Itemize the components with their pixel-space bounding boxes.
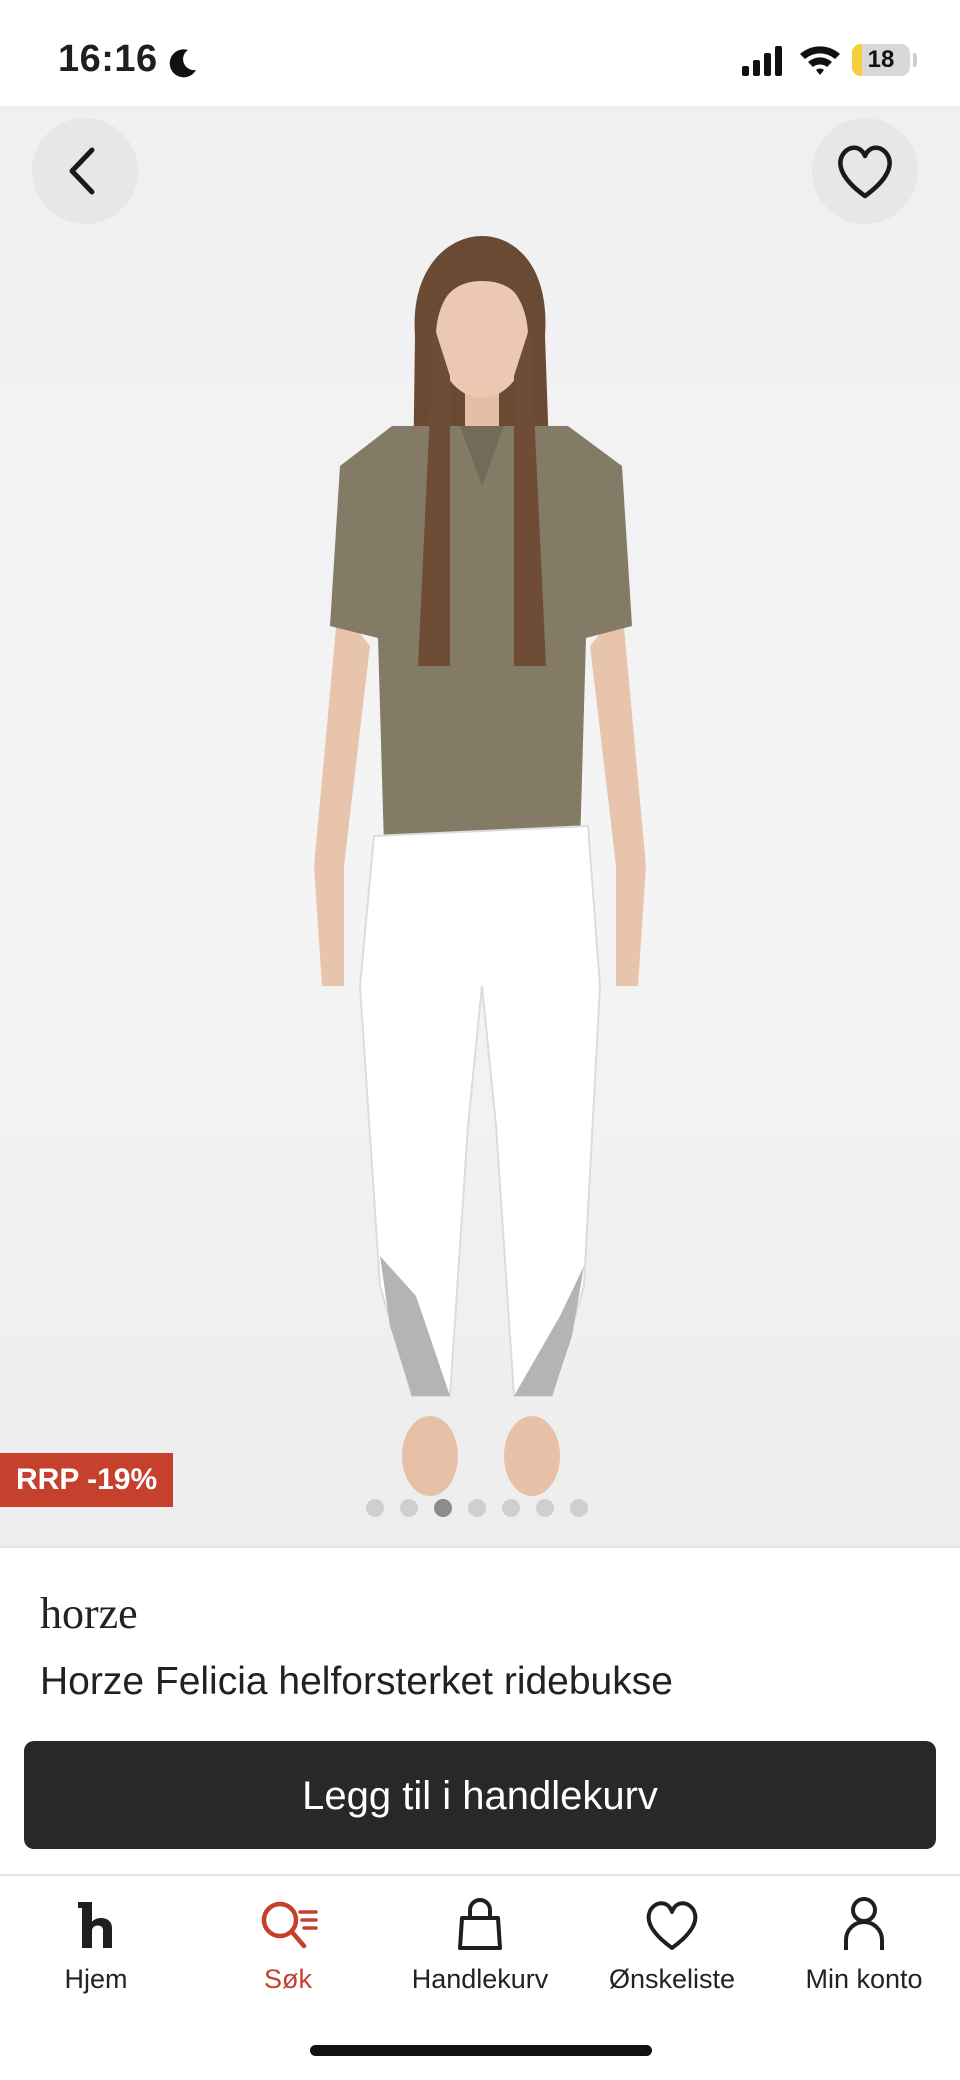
home-indicator[interactable] <box>310 2045 652 2056</box>
tab-home[interactable]: Hjem <box>0 1894 192 1995</box>
tab-label: Søk <box>263 1964 312 1994</box>
pagination-dot[interactable] <box>434 1499 452 1517</box>
signal-icon <box>742 46 782 76</box>
tab-search[interactable]: Søk <box>192 1894 384 1995</box>
product-photo <box>314 236 646 1496</box>
image-pagination-dots[interactable] <box>366 1499 588 1517</box>
heart-icon <box>646 1901 698 1950</box>
pagination-dot[interactable] <box>400 1499 418 1517</box>
shopping-bag-icon <box>458 1898 502 1950</box>
discount-badge: RRP -19% <box>0 1453 174 1507</box>
heart-icon <box>838 145 892 199</box>
product-title: Horze Felicia helforsterket ridebukse <box>40 1660 673 1703</box>
battery-tip <box>913 53 917 67</box>
pagination-dot[interactable] <box>536 1499 554 1517</box>
status-time: 16:16 <box>58 38 158 80</box>
wifi-icon <box>800 46 840 75</box>
pagination-dot[interactable] <box>502 1499 520 1517</box>
pagination-dot[interactable] <box>570 1499 588 1517</box>
tab-wishlist[interactable]: Ønskeliste <box>576 1894 768 1995</box>
product-image-gallery[interactable]: RRP -19% <box>0 106 960 1546</box>
divider <box>0 1546 960 1548</box>
add-to-cart-button[interactable]: Legg til i handlekurv <box>24 1741 936 1849</box>
brand-name[interactable]: horze <box>40 1588 138 1639</box>
moon-icon <box>169 49 196 78</box>
back-button[interactable] <box>32 118 138 224</box>
battery-indicator: 18 <box>852 44 910 76</box>
tab-cart[interactable]: Handlekurv <box>384 1894 576 1995</box>
status-bar: 16:16 18 <box>0 0 960 106</box>
chevron-left-icon <box>69 147 95 195</box>
battery-level: 18 <box>867 46 895 73</box>
tab-account[interactable]: Min konto <box>768 1894 960 1995</box>
tab-label: Ønskeliste <box>608 1964 736 1994</box>
tab-label: Min konto <box>805 1964 923 1994</box>
favorite-button[interactable] <box>812 118 918 224</box>
pagination-dot[interactable] <box>468 1499 486 1517</box>
tab-label: Handlekurv <box>411 1964 549 1994</box>
home-logo-icon <box>78 1902 112 1948</box>
tab-label: Hjem <box>64 1964 128 1994</box>
search-icon <box>261 1901 318 1949</box>
user-icon <box>844 1897 884 1950</box>
pagination-dot[interactable] <box>366 1499 384 1517</box>
